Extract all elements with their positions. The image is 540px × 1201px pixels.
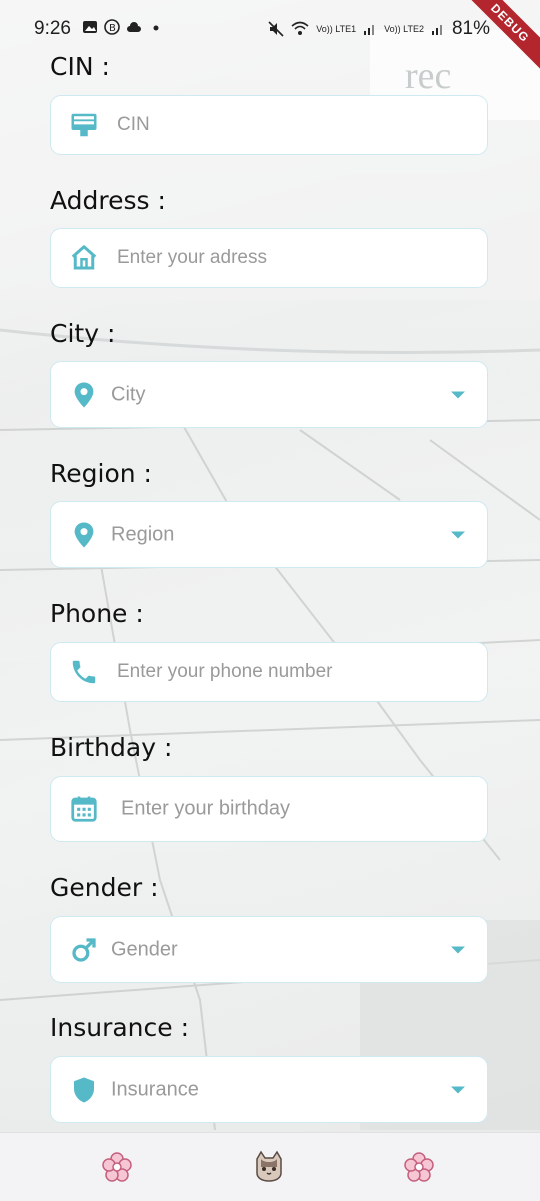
status-bar: 9:26 B Vo)) LTE1 Vo)) LTE2 81% DEBUG xyxy=(0,0,540,74)
cat-icon[interactable] xyxy=(252,1149,286,1183)
city-placeholder: City xyxy=(111,383,146,405)
chevron-down-icon xyxy=(451,391,465,398)
flower-icon[interactable] xyxy=(101,1151,133,1183)
address-label: Address : xyxy=(50,186,166,215)
system-icons: Vo)) LTE1 Vo)) LTE2 81% xyxy=(268,18,490,40)
insurance-label: Insurance : xyxy=(50,1013,190,1042)
address-input[interactable]: Enter your adress xyxy=(50,228,488,288)
gender-placeholder: Gender xyxy=(111,938,178,960)
id-card-icon xyxy=(71,113,97,137)
dot-icon xyxy=(153,25,159,31)
svg-text:B: B xyxy=(109,23,116,34)
chevron-down-icon xyxy=(451,1086,465,1093)
birthday-placeholder: Enter your birthday xyxy=(121,797,290,820)
chevron-down-icon xyxy=(451,531,465,538)
phone-input[interactable]: Enter your phone number xyxy=(50,642,488,702)
home-icon xyxy=(71,245,97,270)
notification-icons: B xyxy=(82,19,164,35)
phone-icon xyxy=(72,660,96,684)
mute-icon xyxy=(268,21,284,37)
gender-label: Gender : xyxy=(50,873,159,902)
calendar-icon xyxy=(71,796,97,822)
location-pin-icon xyxy=(74,522,94,547)
signal-1-icon xyxy=(364,25,375,35)
phone-label: Phone : xyxy=(50,599,144,628)
address-placeholder: Enter your adress xyxy=(117,247,267,268)
bottom-nav xyxy=(0,1132,540,1201)
region-label: Region : xyxy=(50,459,152,488)
birthday-input[interactable]: Enter your birthday xyxy=(50,776,488,842)
birthday-label: Birthday : xyxy=(50,733,173,762)
b-badge-icon: B xyxy=(104,19,120,35)
image-icon xyxy=(83,21,97,33)
status-time: 9:26 xyxy=(34,18,71,39)
male-icon xyxy=(72,937,96,962)
location-pin-icon xyxy=(74,382,94,407)
lte1-label: Vo)) LTE1 xyxy=(316,23,357,34)
wifi-icon xyxy=(291,21,309,35)
cin-input[interactable]: CIN xyxy=(50,95,488,155)
battery-level: 81% xyxy=(451,18,490,39)
city-label: City : xyxy=(50,319,116,348)
svg-text:rec: rec xyxy=(405,55,451,97)
lte2-label: Vo)) LTE2 xyxy=(384,23,424,34)
shield-icon xyxy=(74,1077,94,1102)
insurance-dropdown[interactable]: Insurance xyxy=(50,1056,488,1123)
city-dropdown[interactable]: City xyxy=(50,361,488,428)
cloud-icon xyxy=(127,22,141,32)
insurance-placeholder: Insurance xyxy=(111,1078,199,1100)
flower-icon[interactable] xyxy=(403,1151,435,1183)
cin-placeholder: CIN xyxy=(117,114,150,135)
region-placeholder: Region xyxy=(111,523,175,545)
cin-label: CIN : xyxy=(50,52,110,81)
chevron-down-icon xyxy=(451,946,465,953)
region-dropdown[interactable]: Region xyxy=(50,501,488,568)
gender-dropdown[interactable]: Gender xyxy=(50,916,488,983)
phone-placeholder: Enter your phone number xyxy=(117,661,333,682)
signal-2-icon xyxy=(431,25,442,35)
